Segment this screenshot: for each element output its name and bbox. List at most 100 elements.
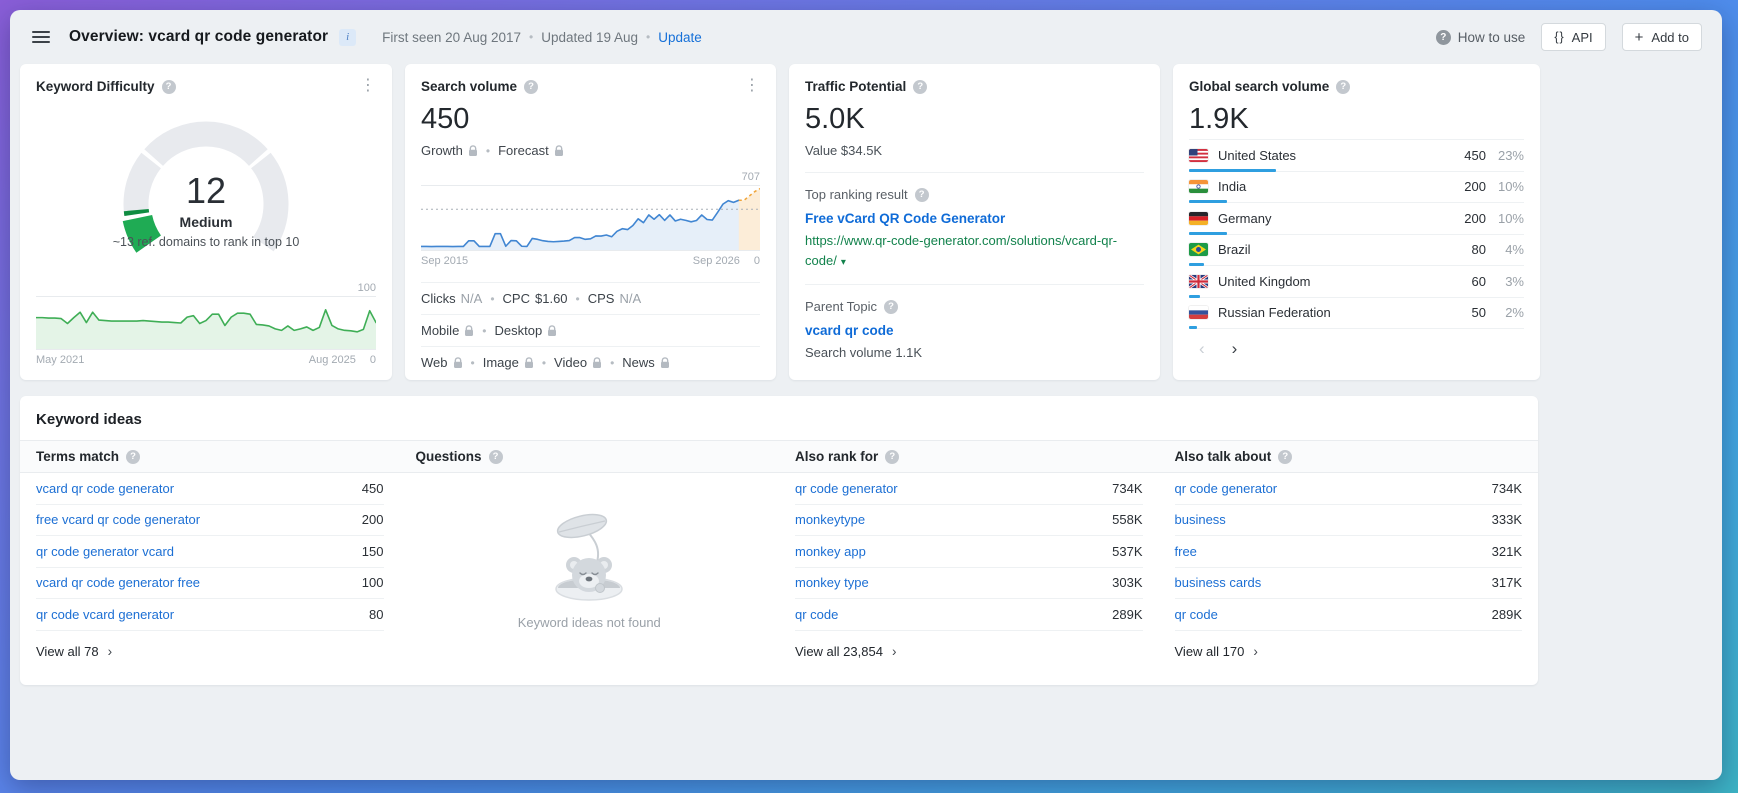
keyword-link[interactable]: monkey app [795,544,866,559]
metric-cpc: CPC$1.60 [503,291,568,306]
keyword-link[interactable]: free vcard qr code generator [36,512,200,527]
flag-br-icon [1189,243,1208,256]
metric-label: Desktop [495,323,543,338]
caret-down-icon[interactable]: ▾ [841,257,846,268]
metric-web[interactable]: Web [421,355,463,370]
pager-prev-icon: ‹ [1199,340,1205,357]
top-ranking-result-link[interactable]: Free vCard QR Code Generator [789,202,1160,226]
keyword-link[interactable]: vcard qr code generator free [36,575,200,590]
column-terms-match: vcard qr code generator450free vcard qr … [20,473,400,659]
parent-topic-link[interactable]: vcard qr code [789,314,1160,338]
country-share-bar [1189,263,1204,266]
column-header-also-talk-about: Also talk about? [1159,441,1539,472]
metric-image[interactable]: Image [483,355,534,370]
keyword-ideas-header-row: Terms match?Questions?Also rank for?Also… [20,440,1538,473]
metric-forecast[interactable]: Forecast [498,143,564,158]
top-ranking-url[interactable]: https://www.qr-code-generator.com/soluti… [789,226,1134,270]
metric-label: Image [483,355,519,370]
add-to-button[interactable]: + Add to [1622,23,1702,51]
keyword-row: qr code 289K [1175,599,1523,631]
search-volume-card: Search volume ? ⋮ 450 Growth•Forecast 70… [405,64,776,380]
metric-label: Growth [421,143,463,158]
keyword-row: free vcard qr code generator200 [36,505,384,537]
bullet-separator: • [542,356,546,370]
keyword-row: free 321K [1175,536,1523,568]
metric-label: Web [421,355,448,370]
keyword-link[interactable]: free [1175,544,1197,559]
view-all-link[interactable]: View all 170› [1175,644,1523,659]
keyword-link[interactable]: qr code [795,607,838,622]
menu-icon[interactable] [32,31,50,43]
lock-icon [592,357,602,369]
help-icon[interactable]: ? [913,80,927,94]
help-icon[interactable]: ? [162,80,176,94]
country-share-bar [1189,295,1200,298]
pager-next-icon[interactable]: › [1232,340,1238,357]
metric-value: N/A [619,291,641,306]
keyword-link[interactable]: qr code generator [1175,481,1278,496]
keyword-volume: 289K [1492,607,1522,622]
help-icon[interactable]: ? [1336,80,1350,94]
app-window: Overview: vcard qr code generator i Firs… [10,10,1722,780]
search-volume-metrics: ClicksN/A•CPC$1.60•CPSN/AMobile•DesktopW… [405,282,776,378]
metric-cards-row: Keyword Difficulty ? ⋮ 12 Medium ~13 ref… [20,64,1722,380]
metric-desktop[interactable]: Desktop [495,323,558,338]
keyword-link[interactable]: qr code vcard generator [36,607,174,622]
y-min-label: 0 [370,354,376,366]
traffic-potential-card: Traffic Potential ? 5.0K Value $34.5K To… [789,64,1160,380]
keyword-link[interactable]: monkeytype [795,512,865,527]
help-icon[interactable]: ? [126,450,140,464]
lock-icon [464,325,474,337]
difficulty-trend-chart: 100 May 2021 Aug 2025 0 [36,282,376,372]
help-icon[interactable]: ? [1278,450,1292,464]
keyword-volume: 321K [1492,544,1522,559]
view-all-link[interactable]: View all 78› [36,644,384,659]
country-name: Russian Federation [1218,305,1472,320]
kebab-menu-icon[interactable]: ⋮ [360,79,376,93]
country-share-bar [1189,232,1227,235]
search-volume-value: 450 [405,94,776,136]
keyword-link[interactable]: business cards [1175,575,1262,590]
info-badge-icon[interactable]: i [339,29,356,46]
keyword-link[interactable]: vcard qr code generator [36,481,174,496]
column-header-label: Terms match [36,449,119,464]
column-header-label: Also rank for [795,449,878,464]
keyword-ideas-title: Keyword ideas [20,396,1538,440]
keyword-link[interactable]: qr code generator [795,481,898,496]
keyword-row: monkeytype558K [795,505,1143,537]
top-ranking-label: Top ranking result [805,187,908,202]
country-percent: 3% [1486,274,1524,289]
bullet-separator: • [482,324,486,338]
country-name: Germany [1218,211,1464,226]
card-title: Keyword Difficulty [36,79,155,94]
help-icon[interactable]: ? [489,450,503,464]
keyword-link[interactable]: qr code generator vcard [36,544,174,559]
how-to-use-link[interactable]: ? How to use [1436,30,1526,45]
metric-mobile[interactable]: Mobile [421,323,474,338]
country-row: United States45023% [1189,140,1524,172]
metric-news[interactable]: News [622,355,670,370]
country-volume: 80 [1472,242,1486,257]
view-all-link[interactable]: View all 23,854› [795,644,1143,659]
help-icon[interactable]: ? [915,188,929,202]
keyword-row: qr code vcard generator80 [36,599,384,631]
keyword-link[interactable]: qr code [1175,607,1218,622]
help-icon[interactable]: ? [885,450,899,464]
country-percent: 10% [1486,211,1524,226]
metric-growth[interactable]: Growth [421,143,478,158]
help-icon[interactable]: ? [884,300,898,314]
kebab-menu-icon[interactable]: ⋮ [744,79,760,93]
country-volume: 200 [1464,211,1486,226]
country-volume: 200 [1464,179,1486,194]
keyword-link[interactable]: business [1175,512,1226,527]
api-button[interactable]: {} API [1541,23,1605,51]
search-volume-chart: 707 Sep 2015 Sep 2026 0 [421,171,760,273]
keyword-link[interactable]: monkey type [795,575,869,590]
keyword-row: qr code generator734K [795,473,1143,505]
country-percent: 10% [1486,179,1524,194]
update-link[interactable]: Update [658,30,702,45]
help-icon[interactable]: ? [524,80,538,94]
metric-video[interactable]: Video [554,355,602,370]
lock-icon [660,357,670,369]
difficulty-value: 12 [20,170,392,212]
